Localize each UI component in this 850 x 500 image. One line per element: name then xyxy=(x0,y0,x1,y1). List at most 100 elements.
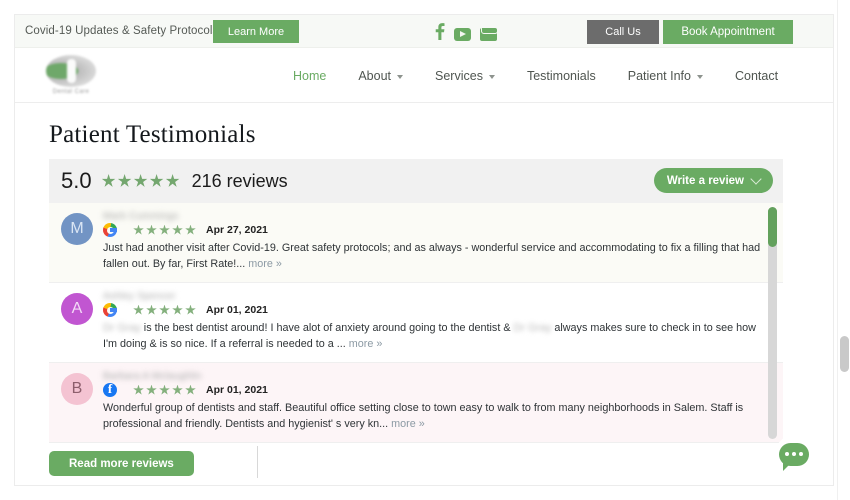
nav-item-label: Contact xyxy=(734,68,779,83)
write-review-label: Write a review xyxy=(666,174,744,187)
star-icon xyxy=(146,224,157,235)
facebook-icon[interactable] xyxy=(435,23,445,45)
review-stars xyxy=(133,224,196,236)
star-icon xyxy=(185,224,196,235)
review-date: Apr 01, 2021 xyxy=(206,384,268,396)
review-item: A Ashley Spencer Apr 01, 2021 Dr Gray is… xyxy=(49,283,783,363)
star-icon xyxy=(159,224,170,235)
reviewer-name: Mark Cummings xyxy=(103,211,179,222)
logo-emblem-icon xyxy=(46,55,96,87)
star-icon xyxy=(149,174,164,187)
logo-wordmark: Dental Care xyxy=(52,89,90,95)
star-icon xyxy=(185,304,196,315)
social-icons-group xyxy=(435,23,497,45)
write-a-review-button[interactable]: Write a review xyxy=(653,168,773,193)
book-appointment-button[interactable]: Book Appointment xyxy=(663,20,793,44)
chat-widget-button[interactable] xyxy=(775,435,813,473)
star-icon xyxy=(172,384,183,395)
review-body: Just had another visit after Covid-19. G… xyxy=(103,242,761,270)
more-link[interactable]: more » xyxy=(248,258,282,270)
chat-dot xyxy=(785,452,789,456)
star-icon xyxy=(133,224,144,235)
reviewer-name: Ashley Spencer xyxy=(103,291,176,302)
review-stars xyxy=(133,384,196,396)
star-icon xyxy=(165,174,180,187)
star-icon xyxy=(133,304,144,315)
review-stars xyxy=(133,304,196,316)
star-icon xyxy=(159,384,170,395)
nav-menu: Home About Services Testimonials Patient… xyxy=(277,48,794,103)
avatar: B xyxy=(61,373,93,405)
facebook-icon xyxy=(103,381,117,397)
star-icon xyxy=(146,304,157,315)
reviews-widget-footer: Read more reviews xyxy=(49,443,783,485)
reviews-scrollbar-thumb[interactable] xyxy=(768,207,777,247)
review-item: M Mark Cummings Apr 27, 2021 Just had an… xyxy=(49,203,783,283)
star-icon xyxy=(172,304,183,315)
rating-summary-header: 5.0 216 reviews Write a review xyxy=(49,159,783,203)
nav-item-label: Services xyxy=(435,68,483,83)
rating-stars xyxy=(101,174,180,188)
star-icon xyxy=(159,304,170,315)
nav-item-home[interactable]: Home xyxy=(277,69,342,83)
nav-item-contact[interactable]: Contact xyxy=(719,69,794,83)
redacted-name: Dr Gray xyxy=(513,322,552,334)
chat-bubble-icon xyxy=(779,442,809,471)
nav-item-label: Patient Info xyxy=(627,68,691,83)
main-navbar: Dental Care Home About Services Testimon… xyxy=(15,48,833,103)
chevron-down-icon xyxy=(488,74,495,79)
star-icon xyxy=(172,224,183,235)
chat-dot xyxy=(799,452,803,456)
learn-more-button[interactable]: Learn More xyxy=(213,20,299,43)
site-logo[interactable]: Dental Care xyxy=(33,50,109,100)
website-frame: Covid-19 Updates & Safety Protocols Lear… xyxy=(14,14,834,486)
chat-dot xyxy=(792,452,796,456)
star-icon xyxy=(133,384,144,395)
star-icon xyxy=(146,384,157,395)
nav-item-services[interactable]: Services xyxy=(419,69,511,83)
call-us-button[interactable]: Call Us xyxy=(587,20,659,44)
nav-item-testimonials[interactable]: Testimonials xyxy=(511,69,612,83)
review-meta: Apr 01, 2021 xyxy=(103,381,268,397)
page-scrollbar-thumb[interactable] xyxy=(840,336,849,372)
nav-item-about[interactable]: About xyxy=(342,69,419,83)
star-icon xyxy=(133,174,148,187)
google-icon xyxy=(103,223,117,237)
nav-item-label: Testimonials xyxy=(526,68,596,83)
nav-item-patient-info[interactable]: Patient Info xyxy=(612,69,719,83)
review-date: Apr 27, 2021 xyxy=(206,224,268,236)
page-title: Patient Testimonials xyxy=(49,121,256,148)
youtube-icon[interactable] xyxy=(454,27,471,41)
google-icon xyxy=(103,303,117,317)
review-text: Dr Gray is the best dentist around! I ha… xyxy=(103,321,763,352)
footer-divider xyxy=(257,446,258,478)
more-link[interactable]: more » xyxy=(349,338,383,350)
review-text: Just had another visit after Covid-19. G… xyxy=(103,241,763,272)
chevron-down-icon xyxy=(397,74,404,79)
email-icon[interactable] xyxy=(480,27,497,41)
review-body-part: is the best dentist around! I have alot … xyxy=(140,322,514,334)
star-icon xyxy=(101,174,116,187)
page-root: Covid-19 Updates & Safety Protocols Lear… xyxy=(0,0,850,500)
review-meta: Apr 27, 2021 xyxy=(103,223,268,237)
review-item: B Barbara A Mclaughlin Apr 01, xyxy=(49,363,783,443)
top-utility-bar: Covid-19 Updates & Safety Protocols Lear… xyxy=(15,15,833,48)
chevron-down-icon xyxy=(696,74,703,79)
reviews-widget: 5.0 216 reviews Write a review M Mark Cu… xyxy=(49,159,783,485)
nav-item-label: Home xyxy=(293,68,327,83)
review-date: Apr 01, 2021 xyxy=(206,304,268,316)
nav-item-label: About xyxy=(358,68,392,83)
reviewer-name: Barbara A Mclaughlin xyxy=(103,371,202,382)
read-more-reviews-button[interactable]: Read more reviews xyxy=(49,451,194,476)
rating-score: 5.0 xyxy=(61,168,92,193)
star-icon xyxy=(185,384,196,395)
review-text: Wonderful group of dentists and staff. B… xyxy=(103,401,763,432)
main-content: Patient Testimonials 5.0 216 reviews Wri… xyxy=(15,121,833,485)
reviews-scrollbar[interactable] xyxy=(768,207,777,439)
page-scrollbar[interactable] xyxy=(837,0,850,500)
more-link[interactable]: more » xyxy=(391,418,425,430)
review-meta: Apr 01, 2021 xyxy=(103,303,268,317)
review-list: M Mark Cummings Apr 27, 2021 Just had an… xyxy=(49,203,783,443)
redacted-name: Dr Gray xyxy=(103,322,141,334)
chevron-down-icon xyxy=(750,172,762,185)
